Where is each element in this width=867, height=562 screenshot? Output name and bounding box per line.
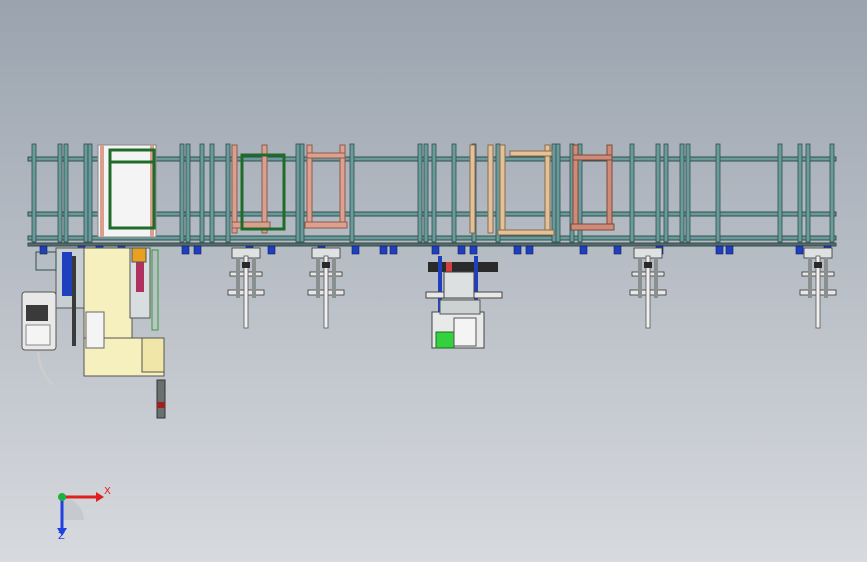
frame-post	[829, 143, 835, 243]
frame-post	[715, 143, 721, 243]
fixture-white-1	[97, 144, 157, 238]
frame-post	[431, 143, 437, 243]
frame-post	[57, 143, 63, 243]
rail-clamp	[351, 245, 360, 255]
frame-post	[655, 143, 661, 243]
lift-station	[307, 247, 345, 329]
rail-clamp	[193, 245, 202, 255]
frame-post	[225, 143, 231, 243]
frame-post	[199, 143, 205, 243]
frame-post	[685, 143, 691, 243]
rail-clamp	[181, 245, 190, 255]
cad-drawing	[21, 143, 837, 536]
rail-clamp	[267, 245, 276, 255]
lift-station	[227, 247, 265, 329]
frame-post	[83, 143, 89, 243]
rail-clamp	[715, 245, 724, 255]
frame-post	[87, 143, 93, 243]
z-axis-label: Z	[58, 531, 65, 542]
lift-station	[629, 247, 667, 329]
rail-clamp	[525, 245, 534, 255]
axis-triad	[57, 492, 104, 536]
rail-clamp	[613, 245, 622, 255]
rail-clamp	[431, 245, 440, 255]
frame-post	[551, 143, 557, 243]
rail-clamp	[795, 245, 804, 255]
rail-clamp	[39, 245, 48, 255]
frame-post	[777, 143, 783, 243]
frame-post	[663, 143, 669, 243]
frame-post	[179, 143, 185, 243]
x-axis-label: X	[104, 486, 111, 497]
lift-station	[799, 247, 837, 329]
frame-post	[63, 143, 69, 243]
frame-post	[299, 143, 305, 243]
rail-clamp	[389, 245, 398, 255]
rail-clamp	[457, 245, 466, 255]
rail-clamp	[579, 245, 588, 255]
rail-clamp	[379, 245, 388, 255]
lift-stations	[227, 247, 837, 329]
frame-post	[417, 143, 423, 243]
frame-post	[555, 143, 561, 243]
rail-clamp	[469, 245, 478, 255]
frame-post	[679, 143, 685, 243]
frame-post	[423, 143, 429, 243]
frame-post	[797, 143, 803, 243]
rail-clamp	[725, 245, 734, 255]
control-panel	[21, 291, 57, 386]
frame-post	[185, 143, 191, 243]
frame-post	[629, 143, 635, 243]
frame-post	[805, 143, 811, 243]
frame-post	[295, 143, 301, 243]
fixture-salmon-6	[570, 144, 615, 231]
cad-viewport[interactable]: X Z	[0, 0, 867, 562]
center-motor-station	[425, 256, 503, 349]
frame-post	[209, 143, 215, 243]
frame-post	[31, 143, 37, 243]
frame-post	[495, 143, 501, 243]
rail-clamp	[513, 245, 522, 255]
rail-clamps	[39, 245, 832, 255]
frame-post	[451, 143, 457, 243]
frame-post	[349, 143, 355, 243]
